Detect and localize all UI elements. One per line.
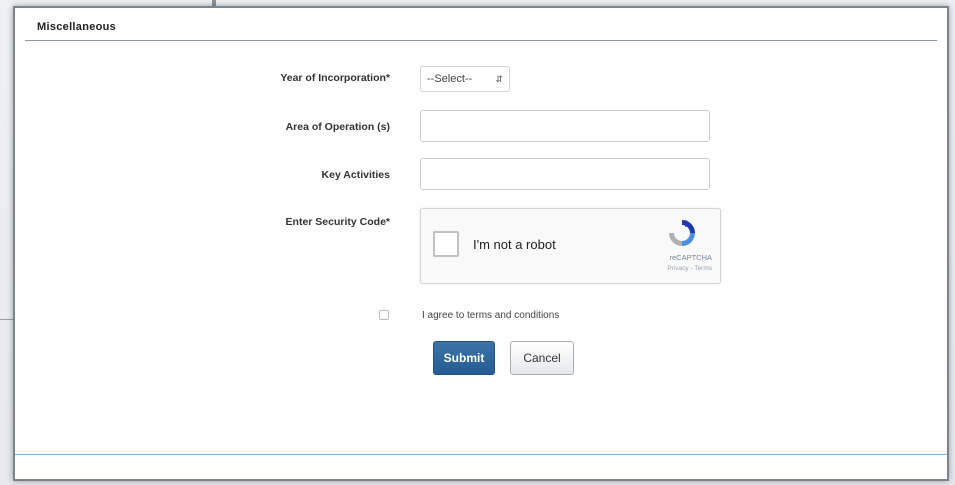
recaptcha-privacy-terms[interactable]: Privacy - Terms: [667, 265, 712, 272]
cancel-button[interactable]: Cancel: [510, 341, 574, 375]
area-of-operation-input[interactable]: [420, 110, 710, 142]
backdrop-divider: [0, 319, 14, 320]
area-of-operation-label: Area of Operation (s): [285, 121, 390, 133]
key-activities-label: Key Activities: [321, 169, 390, 181]
miscellaneous-dialog: Miscellaneous Year of Incorporation* --S…: [13, 6, 949, 481]
recaptcha-checkbox[interactable]: [433, 231, 459, 257]
recaptcha-brand: reCAPTCHA: [669, 253, 712, 262]
submit-button[interactable]: Submit: [433, 341, 495, 375]
recaptcha-label: I'm not a robot: [473, 237, 556, 252]
section-title: Miscellaneous: [37, 21, 117, 33]
footer-divider: [15, 454, 947, 455]
security-code-label: Enter Security Code*: [285, 216, 390, 228]
terms-label: I agree to terms and conditions: [422, 310, 560, 321]
year-select-value: --Select--: [427, 73, 473, 85]
year-of-incorporation-select[interactable]: --Select-- ⇵: [420, 66, 510, 92]
terms-checkbox[interactable]: [379, 310, 389, 320]
recaptcha-logo-icon: [669, 220, 695, 246]
year-of-incorporation-label: Year of Incorporation*: [280, 72, 390, 84]
key-activities-input[interactable]: [420, 158, 710, 190]
recaptcha-widget: I'm not a robot reCAPTCHA Privacy - Term…: [420, 208, 721, 284]
section-header: Miscellaneous: [25, 16, 937, 41]
up-down-arrows-icon: ⇵: [495, 74, 503, 84]
